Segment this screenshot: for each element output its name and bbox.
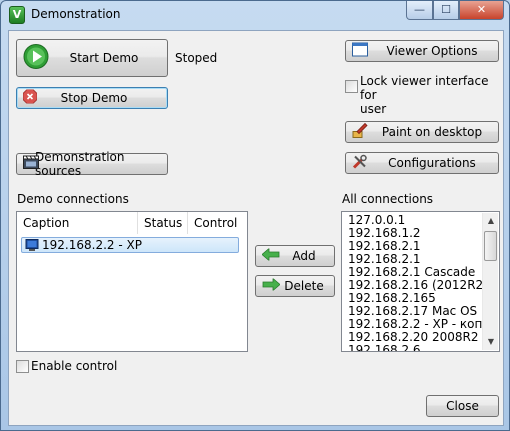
client-area: Start Demo Stoped Stop Demo Demonstratio… xyxy=(8,30,504,426)
paint-on-desktop-label: Paint on desktop xyxy=(381,125,483,139)
all-connections-label: All connections xyxy=(342,192,434,206)
paint-brush-icon xyxy=(352,122,368,142)
play-icon xyxy=(23,44,49,73)
window-icon xyxy=(352,42,368,60)
film-icon xyxy=(23,155,39,173)
arrow-left-icon xyxy=(261,247,280,264)
computer-icon xyxy=(25,239,40,255)
scroll-down-icon[interactable]: ▼ xyxy=(483,334,499,350)
maximize-button[interactable]: ☐ xyxy=(433,1,459,20)
all-connections-scrollbar[interactable]: ▲ ▼ xyxy=(482,213,498,350)
window-close-button[interactable]: ✕ xyxy=(459,1,504,20)
lock-viewer-label: Lock viewer interface for user xyxy=(360,74,503,116)
add-button[interactable]: Add xyxy=(255,245,335,267)
start-demo-button[interactable]: Start Demo xyxy=(16,39,168,77)
enable-control-label: Enable control xyxy=(31,359,118,373)
demonstration-window: V Demonstration — ☐ ✕ Start Demo Stoped xyxy=(0,0,510,431)
lock-viewer-label-line1: Lock viewer interface for xyxy=(360,74,489,102)
all-connections-list[interactable]: 127.0.0.1 192.168.1.2 192.168.2.1 192.16… xyxy=(341,211,500,352)
demo-connections-list[interactable]: Caption Status Control 192.168.2.2 - XP xyxy=(16,211,248,352)
configurations-button[interactable]: Configurations xyxy=(345,152,499,174)
tools-icon xyxy=(352,154,368,173)
column-header-caption[interactable]: Caption xyxy=(17,212,138,234)
scrollbar-thumb[interactable] xyxy=(484,231,497,261)
demonstration-sources-label: Demonstration sources xyxy=(35,150,125,178)
window-title: Demonstration xyxy=(31,7,121,21)
title-bar[interactable]: V Demonstration — ☐ ✕ xyxy=(1,1,509,29)
delete-button[interactable]: Delete xyxy=(255,275,335,297)
close-button[interactable]: Close xyxy=(426,395,499,417)
close-label: Close xyxy=(446,399,479,413)
delete-label: Delete xyxy=(284,279,324,293)
lock-viewer-label-line2: user xyxy=(360,102,387,116)
arrow-right-icon xyxy=(262,277,281,294)
add-label: Add xyxy=(292,249,316,263)
row-caption: 192.168.2.2 - XP xyxy=(42,238,142,252)
stop-demo-label: Stop Demo xyxy=(60,91,128,105)
viewer-options-button[interactable]: Viewer Options xyxy=(345,40,499,62)
column-header-control[interactable]: Control xyxy=(188,212,247,234)
scroll-up-icon[interactable]: ▲ xyxy=(483,213,499,229)
demo-connections-label: Demo connections xyxy=(17,192,129,206)
stop-icon xyxy=(22,89,38,107)
stop-demo-button[interactable]: Stop Demo xyxy=(16,87,168,109)
column-header-status[interactable]: Status xyxy=(138,212,188,234)
viewer-options-label: Viewer Options xyxy=(386,44,478,58)
start-demo-label: Start Demo xyxy=(69,51,139,65)
demonstration-sources-button[interactable]: Demonstration sources xyxy=(16,150,168,178)
paint-on-desktop-button[interactable]: Paint on desktop xyxy=(345,121,499,143)
app-icon: V xyxy=(9,6,25,24)
configurations-label: Configurations xyxy=(388,156,476,170)
enable-control-checkbox[interactable] xyxy=(16,360,29,373)
demo-status-text: Stoped xyxy=(175,51,218,65)
minimize-button[interactable]: — xyxy=(406,1,433,20)
lock-viewer-checkbox[interactable] xyxy=(345,80,358,93)
list-item[interactable]: 192.168.2.6 xyxy=(348,344,421,352)
table-row[interactable]: 192.168.2.2 - XP xyxy=(21,237,239,253)
